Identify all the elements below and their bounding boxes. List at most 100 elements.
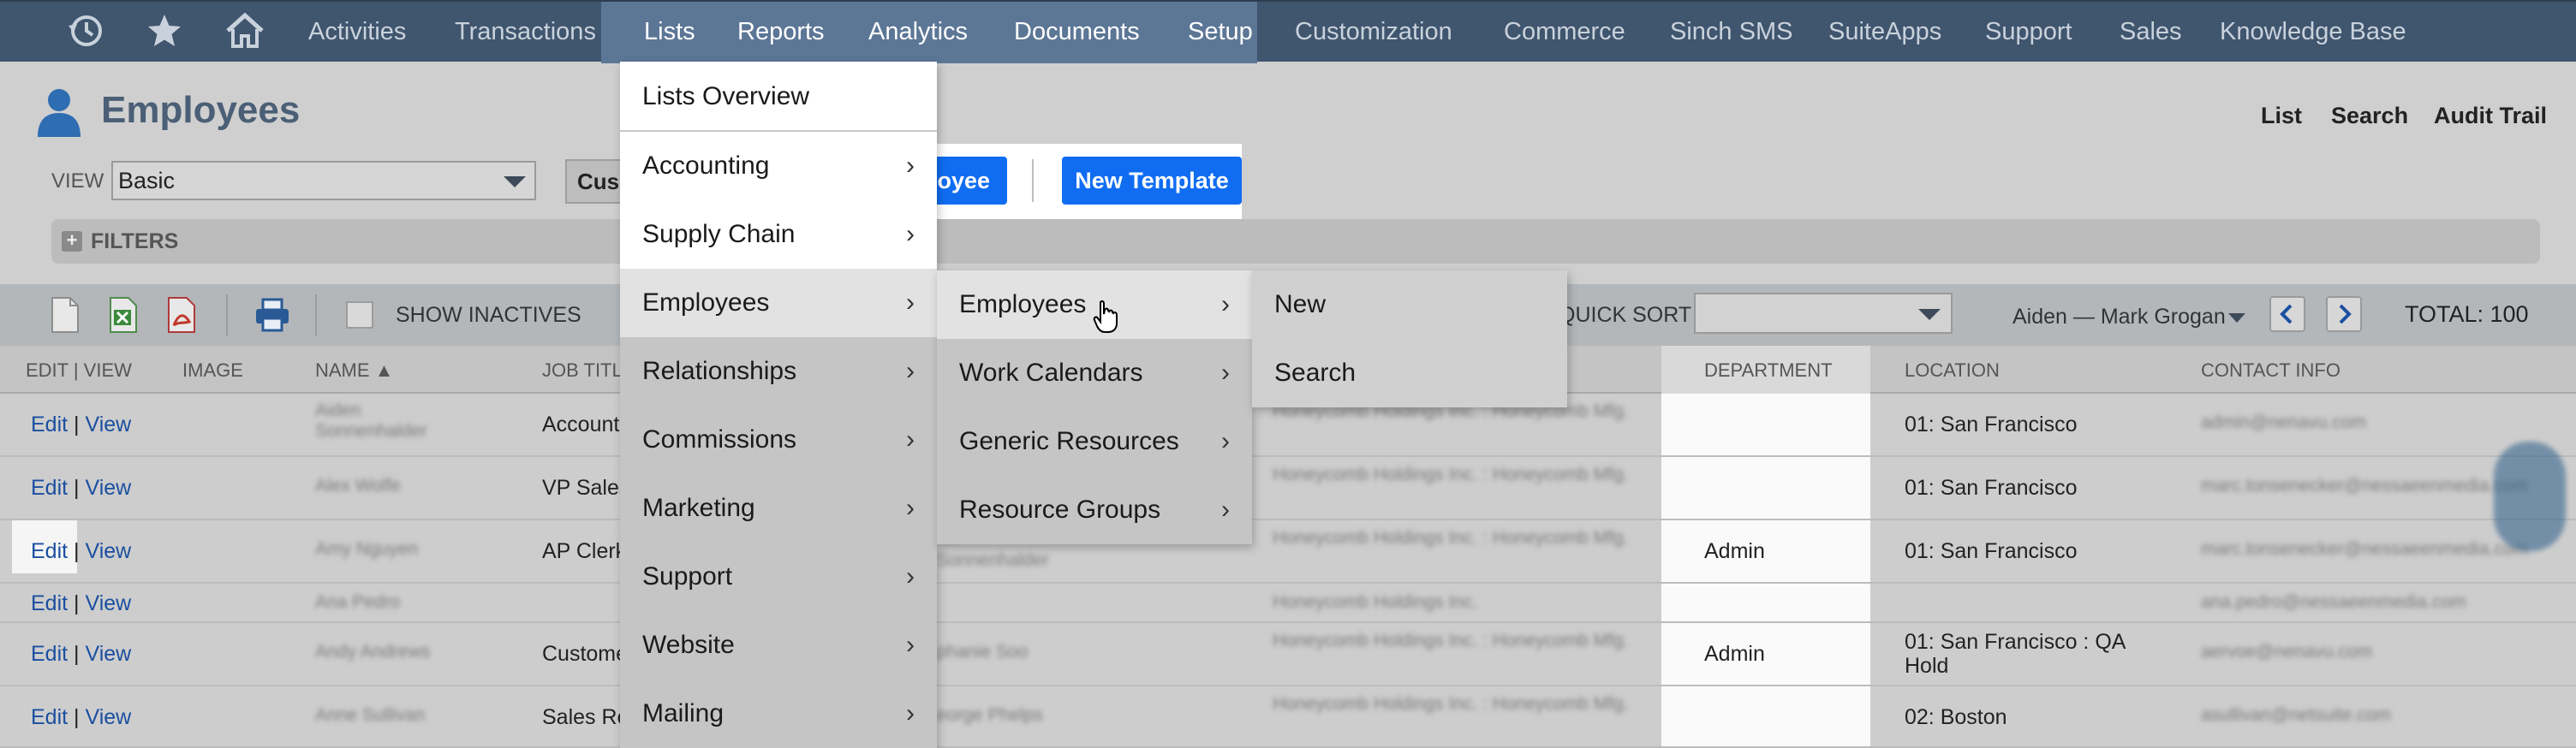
employee-name[interactable]: Ana Pedro (315, 592, 400, 613)
link-separator: | (74, 591, 80, 615)
list-link[interactable]: List (2261, 103, 2302, 129)
nav-customization[interactable]: Customization (1295, 2, 1452, 63)
table-row: Edit | View Amy Nguyen AP Clerk ich Sonn… (0, 520, 2576, 584)
audit-trail-link[interactable]: Audit Trail (2434, 103, 2547, 129)
menu-item-label: Employees (959, 290, 1087, 318)
edit-link[interactable]: Edit (31, 413, 68, 436)
edit-link[interactable]: Edit (31, 642, 68, 666)
show-inactives-label: SHOW INACTIVES (396, 303, 581, 327)
contact-email[interactable]: marc.tonsenecker@nessaeenmedia.com (2201, 539, 2528, 560)
nav-sinch-sms[interactable]: Sinch SMS (1670, 2, 1792, 63)
edit-link[interactable]: Edit (31, 705, 68, 729)
column-department[interactable]: DEPARTMENT (1704, 359, 1833, 382)
quick-sort-select[interactable] (1694, 293, 1953, 334)
contact-email[interactable]: asullivan@netsuite.com (2201, 705, 2391, 726)
recent-icon[interactable] (65, 10, 106, 51)
employee-name[interactable]: Anne Sullivan (315, 705, 425, 726)
menu-website[interactable]: Website › (620, 611, 937, 680)
view-select[interactable]: Basic (111, 161, 536, 200)
menu-commissions[interactable]: Commissions › (620, 406, 937, 474)
nav-documents[interactable]: Documents (1014, 2, 1140, 63)
menu-accounting[interactable]: Accounting › (620, 132, 937, 200)
view-link[interactable]: View (86, 642, 132, 666)
submenu-resource-groups[interactable]: Resource Groups › (937, 476, 1252, 544)
document-icon[interactable] (50, 296, 80, 334)
menu-marketing[interactable]: Marketing › (620, 474, 937, 543)
menu-mailing[interactable]: Mailing › (620, 680, 937, 748)
employee-name[interactable]: Aiden Sonnenhalder (315, 401, 444, 442)
new-template-button[interactable]: New Template (1062, 157, 1242, 205)
filters-label: FILTERS (91, 229, 179, 253)
menu-item-label: Generic Resources (959, 427, 1179, 455)
floating-help-widget[interactable] (2494, 442, 2566, 551)
submenu-search[interactable]: Search (1252, 339, 1567, 407)
submenu-new[interactable]: New (1252, 270, 1567, 339)
previous-page-button[interactable] (2269, 296, 2305, 332)
column-edit-view: EDIT | VIEW (26, 359, 132, 381)
employee-name[interactable]: Andy Andrews (315, 642, 430, 662)
nav-analytics[interactable]: Analytics (868, 2, 968, 63)
filters-bar[interactable]: + FILTERS (51, 219, 2540, 264)
menu-relationships[interactable]: Relationships › (620, 337, 937, 406)
view-link[interactable]: View (86, 476, 132, 500)
nav-lists[interactable]: Lists (644, 2, 695, 63)
nav-activities[interactable]: Activities (308, 2, 406, 63)
job-title: Sales Re (542, 705, 629, 729)
nav-sales[interactable]: Sales (2120, 2, 2182, 63)
nav-reports[interactable]: Reports (737, 2, 825, 63)
chevron-right-icon: › (906, 562, 915, 591)
edit-link[interactable]: Edit (31, 591, 68, 615)
view-link[interactable]: View (86, 591, 132, 615)
nav-setup[interactable]: Setup (1188, 2, 1253, 63)
show-inactives-checkbox[interactable] (346, 301, 373, 329)
column-location[interactable]: LOCATION (1905, 359, 2000, 382)
contact-email[interactable]: admin@nenavu.com (2201, 413, 2366, 433)
search-link[interactable]: Search (2331, 103, 2408, 129)
edit-link[interactable]: Edit (31, 476, 68, 500)
employee-name[interactable]: Alex Wolfe (315, 476, 401, 496)
toolbar-separator (226, 294, 228, 335)
chevron-right-icon: › (906, 151, 915, 180)
menu-support[interactable]: Support › (620, 543, 937, 611)
export-pdf-icon[interactable] (166, 296, 197, 334)
table-row: Edit | View Andy Andrews Custome phanie … (0, 623, 2576, 686)
job-title: Accounti (542, 413, 624, 436)
view-link[interactable]: View (86, 539, 132, 563)
nav-knowledge-base[interactable]: Knowledge Base (2220, 2, 2406, 63)
column-name[interactable]: NAME ▲ (315, 359, 393, 382)
export-excel-icon[interactable] (108, 296, 139, 334)
edit-link[interactable]: Edit (31, 539, 68, 563)
nav-suiteapps[interactable]: SuiteApps (1828, 2, 1941, 63)
chevron-right-icon: › (906, 699, 915, 727)
submenu-generic-resources[interactable]: Generic Resources › (937, 407, 1252, 476)
menu-supply-chain[interactable]: Supply Chain › (620, 200, 937, 269)
next-page-button[interactable] (2326, 296, 2362, 332)
nav-transactions[interactable]: Transactions (455, 2, 596, 63)
menu-lists-overview[interactable]: Lists Overview (620, 62, 937, 132)
subsidiary: Honeycomb Holdings Inc. (1273, 592, 1478, 612)
view-link[interactable]: View (86, 413, 132, 436)
employee-name[interactable]: Amy Nguyen (315, 539, 418, 560)
submenu-work-calendars[interactable]: Work Calendars › (937, 339, 1252, 407)
menu-item-label: Supply Chain (642, 220, 796, 248)
customize-view-button[interactable]: Cus (565, 159, 625, 204)
home-icon[interactable] (224, 10, 265, 51)
menu-employees[interactable]: Employees › (620, 269, 937, 337)
subsidiary: Honeycomb Holdings Inc. : Honeycomb Mfg. (1273, 465, 1629, 484)
contact-email[interactable]: aervoe@nenavu.com (2201, 642, 2372, 662)
table-row: Edit | View Anne Sullivan Sales Re eorge… (0, 686, 2576, 748)
chevron-down-icon (1918, 309, 1941, 320)
star-icon[interactable] (144, 10, 185, 51)
contact-email[interactable]: ana.pedro@nessaeenmedia.com (2201, 592, 2466, 613)
contact-email[interactable]: marc.tonsenecker@nessaeenmedia.com (2201, 476, 2528, 496)
column-contact-info[interactable]: CONTACT INFO (2201, 359, 2340, 382)
nav-support[interactable]: Support (1985, 2, 2072, 63)
row-actions: Edit | View (31, 539, 131, 564)
view-link[interactable]: View (86, 705, 132, 729)
row-actions: Edit | View (31, 705, 131, 730)
total-count: TOTAL: 100 (2405, 301, 2529, 327)
nav-commerce[interactable]: Commerce (1504, 2, 1625, 63)
chevron-right-icon: › (1221, 427, 1230, 455)
print-icon[interactable] (253, 296, 291, 334)
page-range-select[interactable]: Aiden — Mark Grogan (2012, 305, 2226, 329)
